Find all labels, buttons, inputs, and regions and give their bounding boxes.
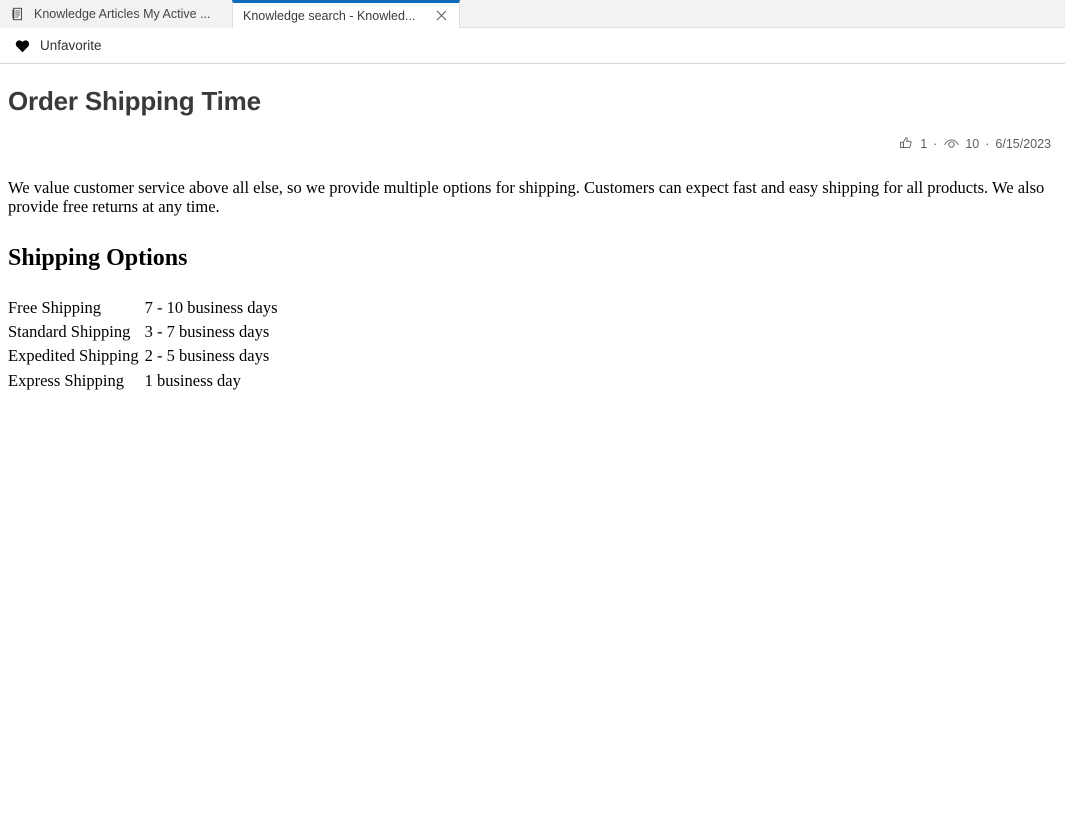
- shipping-option-name: Standard Shipping: [8, 320, 145, 344]
- table-row: Free Shipping 7 - 10 business days: [8, 296, 278, 320]
- article-date: 6/15/2023: [995, 137, 1051, 151]
- thumbs-up-icon: [898, 135, 915, 152]
- command-bar: Unfavorite: [0, 28, 1065, 64]
- shipping-options-table: Free Shipping 7 - 10 business days Stand…: [8, 296, 278, 393]
- shipping-option-duration: 2 - 5 business days: [145, 344, 278, 368]
- article-content: We value customer service above all else…: [8, 178, 1057, 393]
- table-row: Standard Shipping 3 - 7 business days: [8, 320, 278, 344]
- browser-tab-label: Knowledge Articles My Active ...: [34, 7, 222, 21]
- browser-tab-label: Knowledge search - Knowled...: [243, 9, 423, 23]
- like-count-value: 1: [920, 137, 927, 151]
- view-count-value: 10: [965, 137, 979, 151]
- article-meta-row: 1 · 10 · 6/15/2023: [8, 135, 1057, 152]
- unfavorite-button[interactable]: Unfavorite: [6, 31, 110, 61]
- shipping-option-name: Free Shipping: [8, 296, 145, 320]
- browser-tab-knowledge-articles[interactable]: Knowledge Articles My Active ...: [0, 0, 232, 28]
- browser-tab-knowledge-search[interactable]: Knowledge search - Knowled...: [232, 0, 460, 28]
- meta-separator-1: ·: [933, 137, 937, 151]
- like-count[interactable]: 1: [898, 135, 927, 152]
- meta-separator-2: ·: [985, 137, 989, 151]
- shipping-option-duration: 3 - 7 business days: [145, 320, 278, 344]
- eye-icon: [943, 135, 960, 152]
- table-row: Expedited Shipping 2 - 5 business days: [8, 344, 278, 368]
- shipping-options-body: Free Shipping 7 - 10 business days Stand…: [8, 296, 278, 393]
- shipping-option-name: Express Shipping: [8, 369, 145, 393]
- shipping-option-name: Expedited Shipping: [8, 344, 145, 368]
- unfavorite-label: Unfavorite: [40, 38, 102, 53]
- browser-tab-strip: Knowledge Articles My Active ... Knowled…: [0, 0, 1065, 28]
- tab-strip-empty-area: [460, 0, 1065, 27]
- shipping-option-duration: 1 business day: [145, 369, 278, 393]
- table-row: Express Shipping 1 business day: [8, 369, 278, 393]
- page-title: Order Shipping Time: [8, 86, 1057, 117]
- article-icon: [10, 6, 26, 22]
- section-heading-shipping-options: Shipping Options: [8, 245, 1057, 272]
- article-container: Order Shipping Time 1 · 10 · 6/15/2023: [0, 64, 1065, 656]
- heart-filled-icon: [14, 38, 30, 54]
- view-count: 10: [943, 135, 979, 152]
- article-paragraph: We value customer service above all else…: [8, 178, 1057, 217]
- close-icon[interactable]: [433, 8, 449, 24]
- shipping-option-duration: 7 - 10 business days: [145, 296, 278, 320]
